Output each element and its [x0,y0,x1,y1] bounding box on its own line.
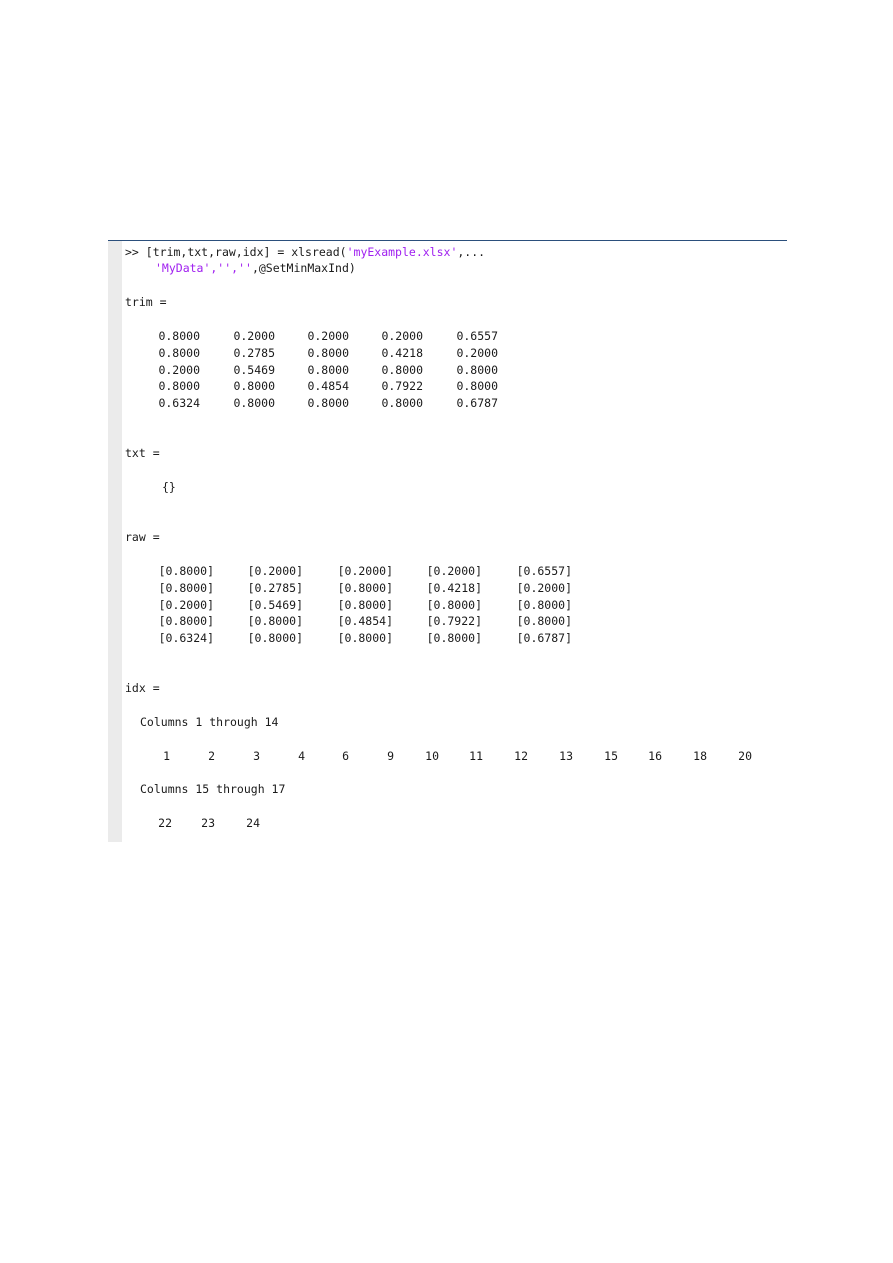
command-code-tail: ,@SetMinMaxInd) [251,261,356,275]
idx-value: 1 [163,749,170,763]
idx-columns-header-2: Columns 15 through 17 [140,782,286,796]
raw-cell: [0.2000] [426,564,482,578]
trim-cell: 0.7922 [381,379,423,394]
raw-cell: [0.8000] [337,580,393,595]
raw-cell: [0.8000] [516,597,572,612]
raw-cell: [0.8000] [337,631,393,646]
trim-cell: 0.2000 [307,329,349,343]
command-string-sheet: 'MyData','','' [155,261,252,275]
idx-value: 18 [693,749,707,763]
trim-cell: 0.8000 [381,362,423,377]
trim-cell: 0.8000 [233,379,275,394]
command-window-gutter [108,241,122,842]
raw-cell: [0.8000] [158,580,214,595]
command-line-2[interactable]: 'MyData','','',@SetMinMaxInd) [155,261,356,275]
trim-cell: 0.8000 [307,345,349,360]
idx-value: 10 [425,749,439,763]
raw-cell: [0.2785] [247,580,303,595]
command-code: [trim,txt,raw,idx] = xlsread( [145,245,347,259]
idx-value: 16 [648,749,662,763]
trim-cell: 0.2000 [158,362,200,377]
trim-cell: 0.6787 [456,396,498,411]
raw-cell: [0.7922] [426,614,482,629]
raw-cell: [0.2000] [337,564,393,578]
raw-cell: [0.2000] [158,597,214,612]
raw-cell: [0.8000] [337,597,393,612]
trim-cell: 0.8000 [456,362,498,377]
raw-cell: [0.5469] [247,597,303,612]
trim-cell: 0.8000 [158,379,200,394]
raw-cell: [0.4854] [337,614,393,629]
idx-value: 12 [514,749,528,763]
command-window[interactable]: >> [trim,txt,raw,idx] = xlsread('myExamp… [108,240,787,842]
trim-cell: 0.8000 [158,329,200,343]
raw-cell: [0.2000] [247,564,303,578]
raw-cell: [0.4218] [426,580,482,595]
trim-cell: 0.2000 [233,329,275,343]
raw-label: raw = [125,530,160,544]
idx-value: 2 [208,749,215,763]
trim-cell: 0.6557 [456,329,498,343]
idx-value: 9 [387,749,394,763]
raw-cell: [0.8000] [158,564,214,578]
trim-cell: 0.8000 [307,396,349,411]
raw-cell: [0.8000] [516,614,572,629]
raw-cell: [0.6787] [516,631,572,646]
idx-value: 6 [342,749,349,763]
idx-value: 4 [298,749,305,763]
trim-cell: 0.2785 [233,345,275,360]
trim-cell: 0.2000 [381,329,423,343]
trim-cell: 0.4854 [307,379,349,394]
trim-cell: 0.6324 [158,396,200,411]
trim-cell: 0.2000 [456,345,498,360]
trim-label: trim = [125,295,167,309]
trim-cell: 0.8000 [307,362,349,377]
raw-cell: [0.2000] [516,580,572,595]
raw-cell: [0.8000] [247,631,303,646]
idx-value: 13 [559,749,573,763]
trim-cell: 0.8000 [381,396,423,411]
idx-value: 11 [469,749,483,763]
trim-cell: 0.8000 [158,345,200,360]
idx-value: 22 [158,816,172,830]
command-prompt: >> [125,245,139,259]
raw-cell: [0.8000] [426,631,482,646]
idx-value: 3 [253,749,260,763]
command-line-1[interactable]: >> [trim,txt,raw,idx] = xlsread('myExamp… [125,245,485,259]
idx-value: 24 [246,816,260,830]
trim-cell: 0.8000 [456,379,498,394]
trim-cell: 0.8000 [233,396,275,411]
trim-cell: 0.5469 [233,362,275,377]
raw-cell: [0.8000] [426,597,482,612]
idx-label: idx = [125,681,160,695]
command-string-filename: 'myExample.xlsx' [346,245,458,259]
idx-value: 23 [201,816,215,830]
idx-value: 15 [604,749,618,763]
raw-cell: [0.8000] [247,614,303,629]
idx-columns-header-1: Columns 1 through 14 [140,715,279,729]
trim-cell: 0.4218 [381,345,423,360]
command-continuation: ,... [457,245,486,259]
txt-value: {} [162,480,176,494]
idx-value: 20 [738,749,752,763]
txt-label: txt = [125,446,160,460]
raw-cell: [0.6324] [158,631,214,646]
raw-cell: [0.8000] [158,614,214,629]
raw-cell: [0.6557] [516,564,572,578]
